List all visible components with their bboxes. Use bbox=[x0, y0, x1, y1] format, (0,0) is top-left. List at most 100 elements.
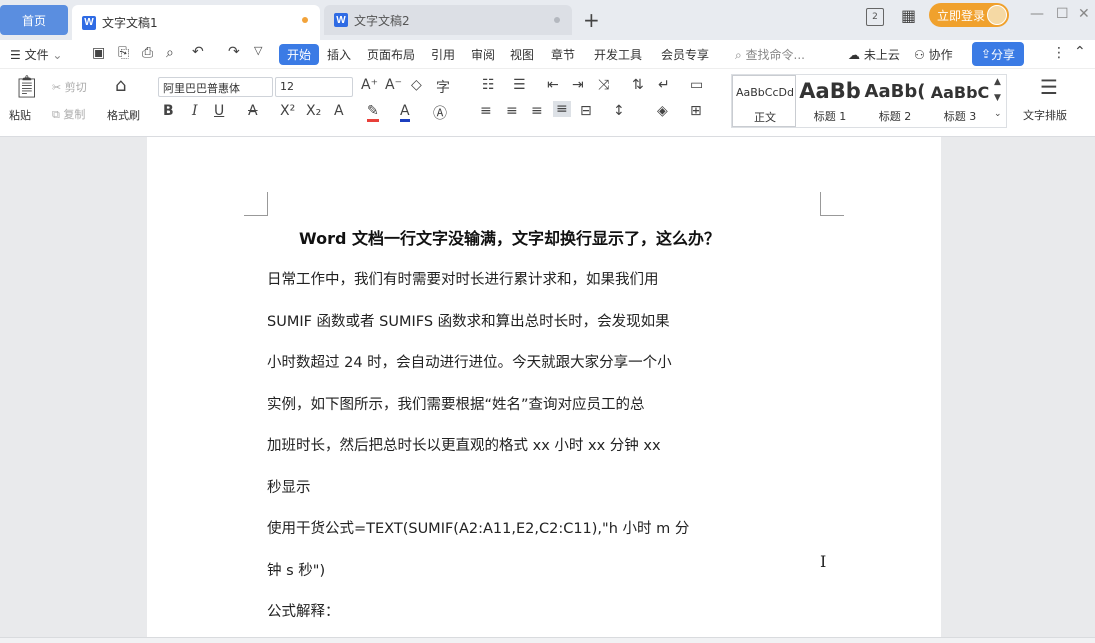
paragraph-line[interactable]: 日常工作中，我们有时需要对时长进行累计求和，如果我们用 bbox=[267, 268, 659, 289]
text-layout-icon[interactable]: ☰ bbox=[1040, 75, 1058, 99]
save-icon[interactable]: ▣ bbox=[92, 45, 105, 61]
close-button[interactable]: ✕ bbox=[1078, 6, 1090, 22]
format-painter-icon[interactable]: ⌂ bbox=[115, 75, 126, 96]
grow-font-icon[interactable]: A⁺ bbox=[361, 77, 378, 93]
collapse-ribbon-icon[interactable]: ⌃ bbox=[1074, 44, 1086, 60]
chevron-down-icon[interactable]: ▼ bbox=[994, 93, 1001, 103]
text-effect-icon[interactable]: A bbox=[334, 103, 344, 119]
text-cursor-icon: I bbox=[820, 552, 827, 571]
paragraph-line[interactable]: 使用干货公式=TEXT(SUMIF(A2:A11,E2,C2:C11),"h 小… bbox=[267, 517, 689, 538]
cut-button[interactable]: ✂ 剪切 bbox=[52, 79, 87, 95]
font-family-select[interactable]: 阿里巴巴普惠体 bbox=[158, 77, 273, 97]
login-button[interactable]: 立即登录 bbox=[929, 3, 1009, 27]
cloud-status-button[interactable]: ☁ 未上云 bbox=[848, 46, 900, 63]
search-input[interactable]: 查找命令... bbox=[746, 48, 805, 62]
shading-icon[interactable]: ◈ bbox=[657, 103, 668, 119]
tab-page-layout[interactable]: 页面布局 bbox=[367, 46, 415, 63]
character-border-icon[interactable]: Ⓐ bbox=[433, 103, 447, 123]
command-search[interactable]: ⌕ 查找命令... bbox=[735, 46, 805, 63]
sort-icon[interactable]: ⇅ bbox=[632, 77, 644, 93]
subscript-icon[interactable]: X₂ bbox=[306, 103, 321, 119]
dual-window-icon[interactable]: 2 bbox=[866, 8, 884, 26]
document-canvas[interactable]: Word 文档一行文字没输满，文字却换行显示了，这么办？ 日常工作中，我们有时需… bbox=[0, 137, 1095, 637]
expand-styles-icon[interactable]: ⌄ bbox=[994, 109, 1002, 119]
share-button[interactable]: ⇪ 分享 bbox=[972, 42, 1024, 66]
unsaved-indicator-icon bbox=[302, 17, 308, 23]
tab-chapter[interactable]: 章节 bbox=[551, 46, 575, 63]
strikethrough-icon[interactable]: A bbox=[248, 103, 258, 119]
login-label: 立即登录 bbox=[937, 8, 986, 23]
document-tab-1[interactable]: W 文字文稿1 bbox=[72, 5, 320, 40]
clear-format-icon[interactable]: ◇ bbox=[411, 77, 422, 93]
style-label: 标题 2 bbox=[878, 110, 912, 123]
justify-icon[interactable]: ≡ bbox=[553, 101, 571, 117]
paragraph-line[interactable]: 钟 s 秒") bbox=[267, 559, 325, 580]
hamburger-icon: ☰ bbox=[10, 48, 25, 62]
paste-button[interactable]: 粘贴 bbox=[9, 107, 31, 123]
distributed-icon[interactable]: ⊟ bbox=[580, 103, 592, 119]
tab-close-icon[interactable] bbox=[554, 17, 560, 23]
customize-toolbar-icon[interactable]: ▽ bbox=[254, 44, 262, 57]
text-layout-button[interactable]: 文字排版 bbox=[1023, 107, 1067, 123]
new-tab-button[interactable]: + bbox=[583, 8, 600, 32]
shrink-font-icon[interactable]: A⁻ bbox=[385, 77, 402, 93]
phonetic-guide-icon[interactable]: 字 bbox=[436, 77, 450, 97]
style-normal[interactable]: AaBbCcDd 正文 bbox=[732, 75, 796, 127]
search-icon: ⌕ bbox=[735, 48, 746, 62]
paragraph-line[interactable]: SUMIF 函数或者 SUMIFS 函数求和算出总时长时，会发现如果 bbox=[267, 310, 670, 331]
bold-button[interactable]: B bbox=[163, 103, 174, 119]
align-left-icon[interactable]: ≡ bbox=[480, 103, 492, 119]
show-marks-icon[interactable]: ↵ bbox=[658, 77, 670, 93]
redo-icon[interactable]: ↷ bbox=[228, 44, 240, 60]
paragraph-line[interactable]: 加班时长，然后把总时长以更直观的格式 xx 小时 xx 分钟 xx bbox=[267, 434, 661, 455]
borders-icon[interactable]: ⊞ bbox=[690, 103, 702, 119]
minimize-button[interactable]: — bbox=[1030, 6, 1044, 22]
chevron-up-icon[interactable]: ▲ bbox=[994, 77, 1001, 87]
style-heading-2[interactable]: AaBb( 标题 2 bbox=[863, 75, 927, 127]
document-heading[interactable]: Word 文档一行文字没输满，文字却换行显示了，这么办？ bbox=[299, 225, 720, 249]
paragraph-line[interactable]: 公式解释： bbox=[267, 600, 340, 621]
apps-grid-icon[interactable]: ▦ bbox=[901, 6, 916, 25]
copy-button[interactable]: ⧉ 复制 bbox=[52, 106, 85, 122]
undo-icon[interactable]: ↶ bbox=[192, 44, 204, 60]
font-size-select[interactable]: 12 bbox=[275, 77, 353, 97]
home-tab[interactable]: 首页 bbox=[0, 5, 68, 35]
paste-icon[interactable]: 📋︎ bbox=[13, 75, 41, 100]
tab-member[interactable]: 会员专享 bbox=[661, 46, 709, 63]
paragraph-line[interactable]: 秒显示 bbox=[267, 476, 311, 497]
tab-review[interactable]: 审阅 bbox=[471, 46, 495, 63]
numbered-list-icon[interactable]: ☰ bbox=[513, 77, 526, 93]
chinese-layout-icon[interactable]: ⤨ bbox=[598, 77, 609, 93]
print-icon[interactable]: ⎙ bbox=[142, 45, 153, 61]
export-pdf-icon[interactable]: ⎘ bbox=[118, 45, 129, 61]
paragraph-line[interactable]: 小时数超过 24 时，会自动进行进位。今天就跟大家分享一个小 bbox=[267, 351, 672, 372]
align-right-icon[interactable]: ≡ bbox=[531, 103, 543, 119]
style-heading-3[interactable]: AaBbC 标题 3 bbox=[928, 75, 992, 127]
tab-developer[interactable]: 开发工具 bbox=[594, 46, 642, 63]
align-center-icon[interactable]: ≡ bbox=[506, 103, 518, 119]
style-sample: AaBb( bbox=[864, 81, 926, 102]
tab-insert[interactable]: 插入 bbox=[327, 46, 351, 63]
tab-home-ribbon[interactable]: 开始 bbox=[279, 44, 319, 65]
file-menu[interactable]: ☰ 文件 ⌄ bbox=[10, 46, 62, 63]
document-tab-2[interactable]: W 文字文稿2 bbox=[324, 5, 572, 35]
print-preview-icon[interactable]: ⌕ bbox=[166, 45, 174, 61]
font-color-icon[interactable]: A bbox=[400, 103, 410, 122]
style-heading-1[interactable]: AaBb 标题 1 bbox=[798, 75, 862, 127]
tab-references[interactable]: 引用 bbox=[431, 46, 455, 63]
increase-indent-icon[interactable]: ⇥ bbox=[572, 77, 584, 93]
highlight-icon[interactable]: ✎ bbox=[367, 103, 379, 122]
line-spacing-icon[interactable]: ↕ bbox=[613, 103, 625, 119]
more-options-icon[interactable]: ⋮ bbox=[1052, 45, 1066, 61]
bullet-list-icon[interactable]: ☷ bbox=[482, 77, 495, 93]
paragraph-line[interactable]: 实例，如下图所示，我们需要根据“姓名”查询对应员工的总 bbox=[267, 393, 645, 414]
maximize-button[interactable]: ☐ bbox=[1056, 6, 1069, 22]
superscript-icon[interactable]: X² bbox=[280, 103, 295, 119]
format-painter-button[interactable]: 格式刷 bbox=[107, 107, 140, 123]
decrease-indent-icon[interactable]: ⇤ bbox=[547, 77, 559, 93]
ruler-icon[interactable]: ▭ bbox=[690, 77, 703, 93]
italic-button[interactable]: I bbox=[192, 103, 198, 119]
tab-view[interactable]: 视图 bbox=[510, 46, 534, 63]
collaborate-button[interactable]: ⚇ 协作 bbox=[914, 46, 953, 63]
underline-button[interactable]: U bbox=[214, 103, 224, 119]
